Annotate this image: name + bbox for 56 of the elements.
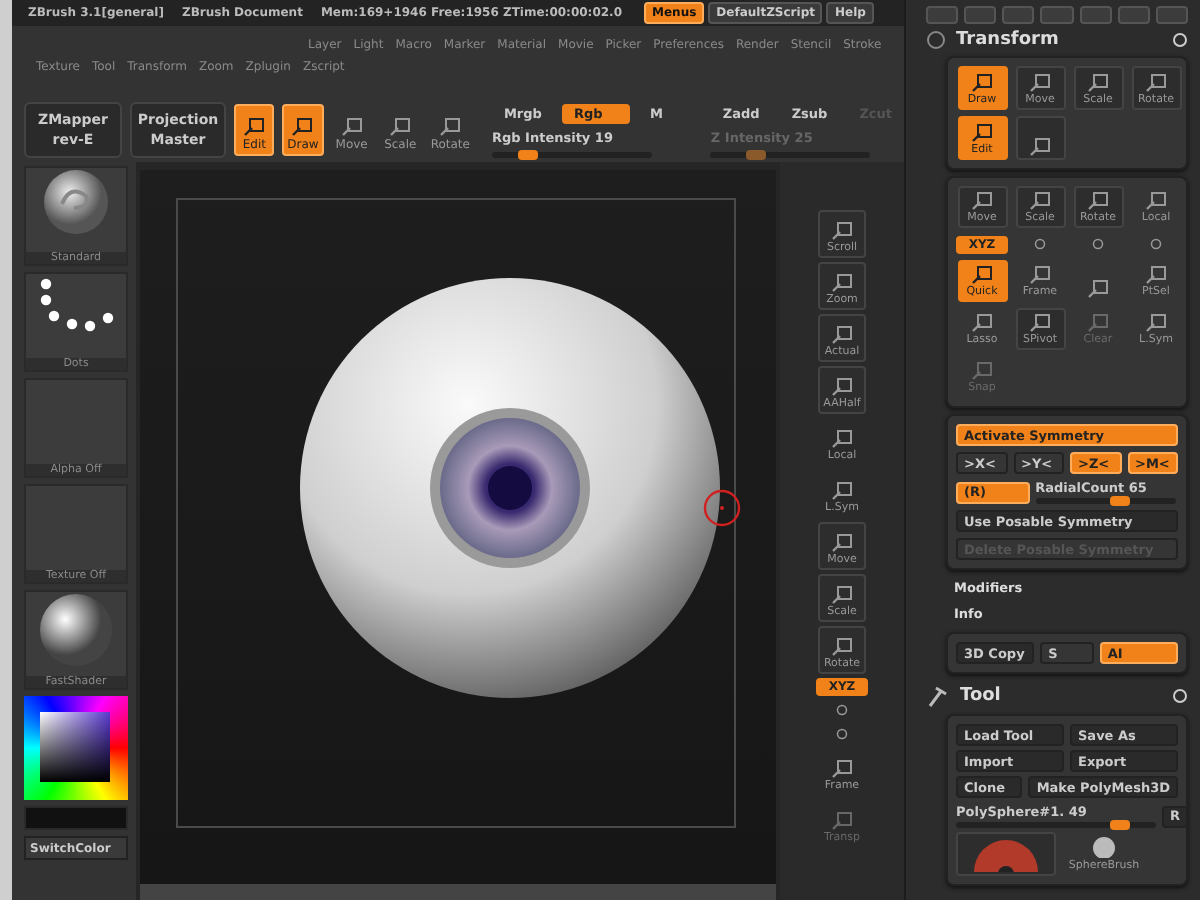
document-canvas[interactable]: [140, 170, 776, 884]
tool-icon: [1146, 74, 1166, 92]
mode-button[interactable]: [1015, 116, 1065, 160]
tool-icon: [244, 118, 265, 136]
brush-cursor-icon: [702, 488, 742, 528]
tool-icon: [972, 266, 992, 284]
slider-thumb[interactable]: [1109, 820, 1129, 830]
tool-icon: [341, 118, 362, 136]
color-swatch[interactable]: [24, 806, 128, 830]
reset-icon[interactable]: [1172, 688, 1188, 704]
tool-icon: [1030, 74, 1050, 92]
rotate-axis-icon: [1032, 238, 1048, 250]
tool-icon: [972, 124, 992, 142]
tool-icon: [832, 760, 852, 778]
tool-icon: [832, 638, 852, 656]
tool-icon: [1146, 266, 1166, 284]
tool-icon: [1030, 138, 1050, 156]
tool-icon: [1088, 192, 1108, 210]
slider-thumb[interactable]: [518, 149, 539, 159]
tool-icon: [832, 482, 852, 500]
tool-icon: [440, 118, 461, 136]
tool-icon: [972, 314, 992, 332]
tool-icon: [832, 430, 852, 448]
tool-icon: [1088, 280, 1108, 298]
tool-thumbnail[interactable]: [956, 832, 1056, 876]
material-sphere-icon: [38, 592, 114, 668]
tool-icon: [832, 326, 852, 344]
palette-icon: [926, 30, 946, 50]
tool-icon: [1088, 314, 1108, 332]
palette-title[interactable]: Transform: [956, 30, 1162, 50]
tool-icon: [972, 74, 992, 92]
tool-icon: [832, 378, 852, 396]
tool-icon: [972, 362, 992, 380]
tool-icon: [1030, 266, 1050, 284]
tool-icon: [1088, 74, 1108, 92]
tool-icon: [390, 118, 411, 136]
tool-icon: [1030, 314, 1050, 332]
tool-icon: [1146, 314, 1166, 332]
tool-icon: [832, 812, 852, 830]
tool-icon: [1146, 192, 1166, 210]
slider-thumb[interactable]: [1109, 496, 1130, 506]
palette-title[interactable]: Tool: [960, 686, 1162, 706]
reset-icon[interactable]: [1172, 32, 1188, 48]
rotate-axis-icon: [1148, 238, 1164, 250]
horizontal-scrollbar[interactable]: [140, 884, 776, 900]
hammer-icon: [926, 684, 950, 708]
brush-sphere-icon: [42, 168, 110, 236]
tool-icon: [832, 534, 852, 552]
tool-icon: [292, 118, 313, 136]
tool-icon: [1030, 192, 1050, 210]
color-picker[interactable]: [24, 696, 128, 800]
tool-icon: [832, 274, 852, 292]
tool-icon: [972, 192, 992, 210]
tool-icon: [832, 222, 852, 240]
tool-icon: [832, 586, 852, 604]
rotate-axis-icon: [1090, 238, 1106, 250]
